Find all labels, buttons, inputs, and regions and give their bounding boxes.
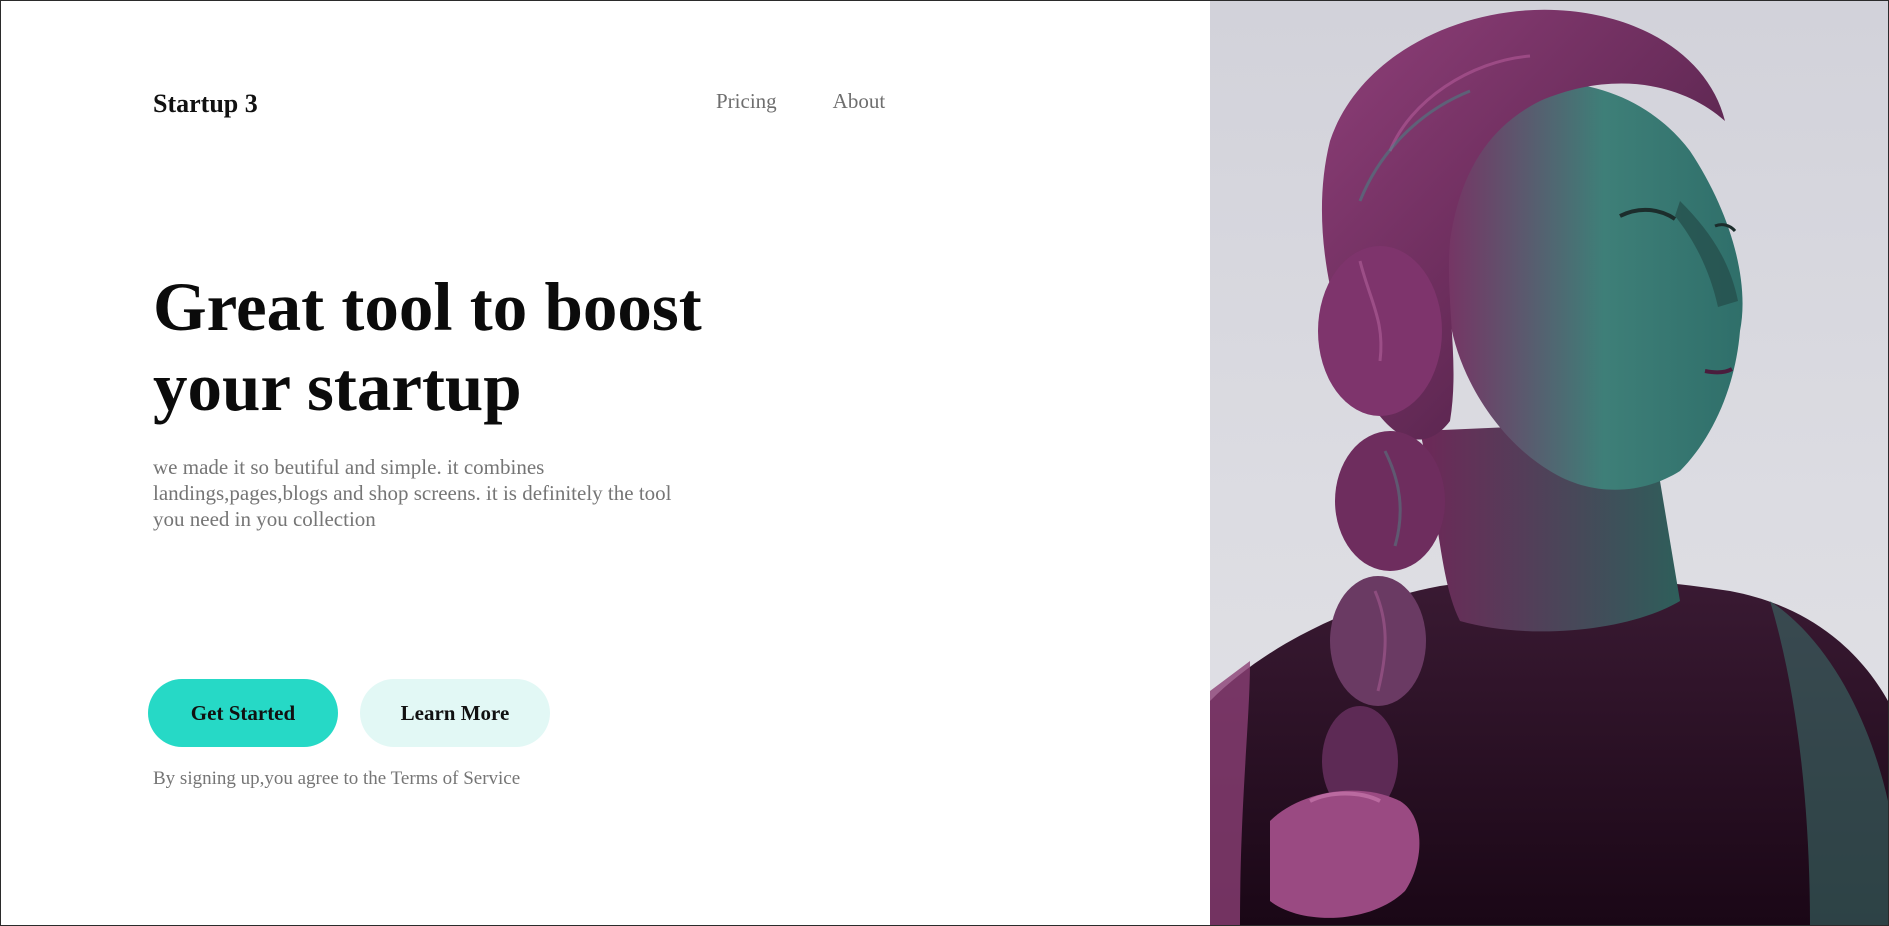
hero-section: Startup 3 Pricing About Great tool to bo… — [1, 1, 1210, 925]
nav-link-about[interactable]: About — [833, 89, 886, 114]
portrait-photo — [1210, 9, 1888, 925]
learn-more-button[interactable]: Learn More — [360, 679, 550, 747]
hero-image — [1210, 1, 1888, 925]
logo[interactable]: Startup 3 — [153, 89, 258, 119]
terms-notice: By signing up,you agree to the Terms of … — [153, 768, 521, 789]
hero-description: we made it so beutiful and simple. it co… — [153, 455, 672, 531]
nav-link-pricing[interactable]: Pricing — [716, 89, 777, 114]
get-started-button[interactable]: Get Started — [148, 679, 338, 747]
cta-group: Get Started Learn More — [148, 679, 550, 747]
hero-headline: Great tool to boost your startup — [153, 269, 702, 425]
top-nav: Pricing About — [716, 89, 885, 114]
page: Startup 3 Pricing About Great tool to bo… — [0, 0, 1889, 926]
